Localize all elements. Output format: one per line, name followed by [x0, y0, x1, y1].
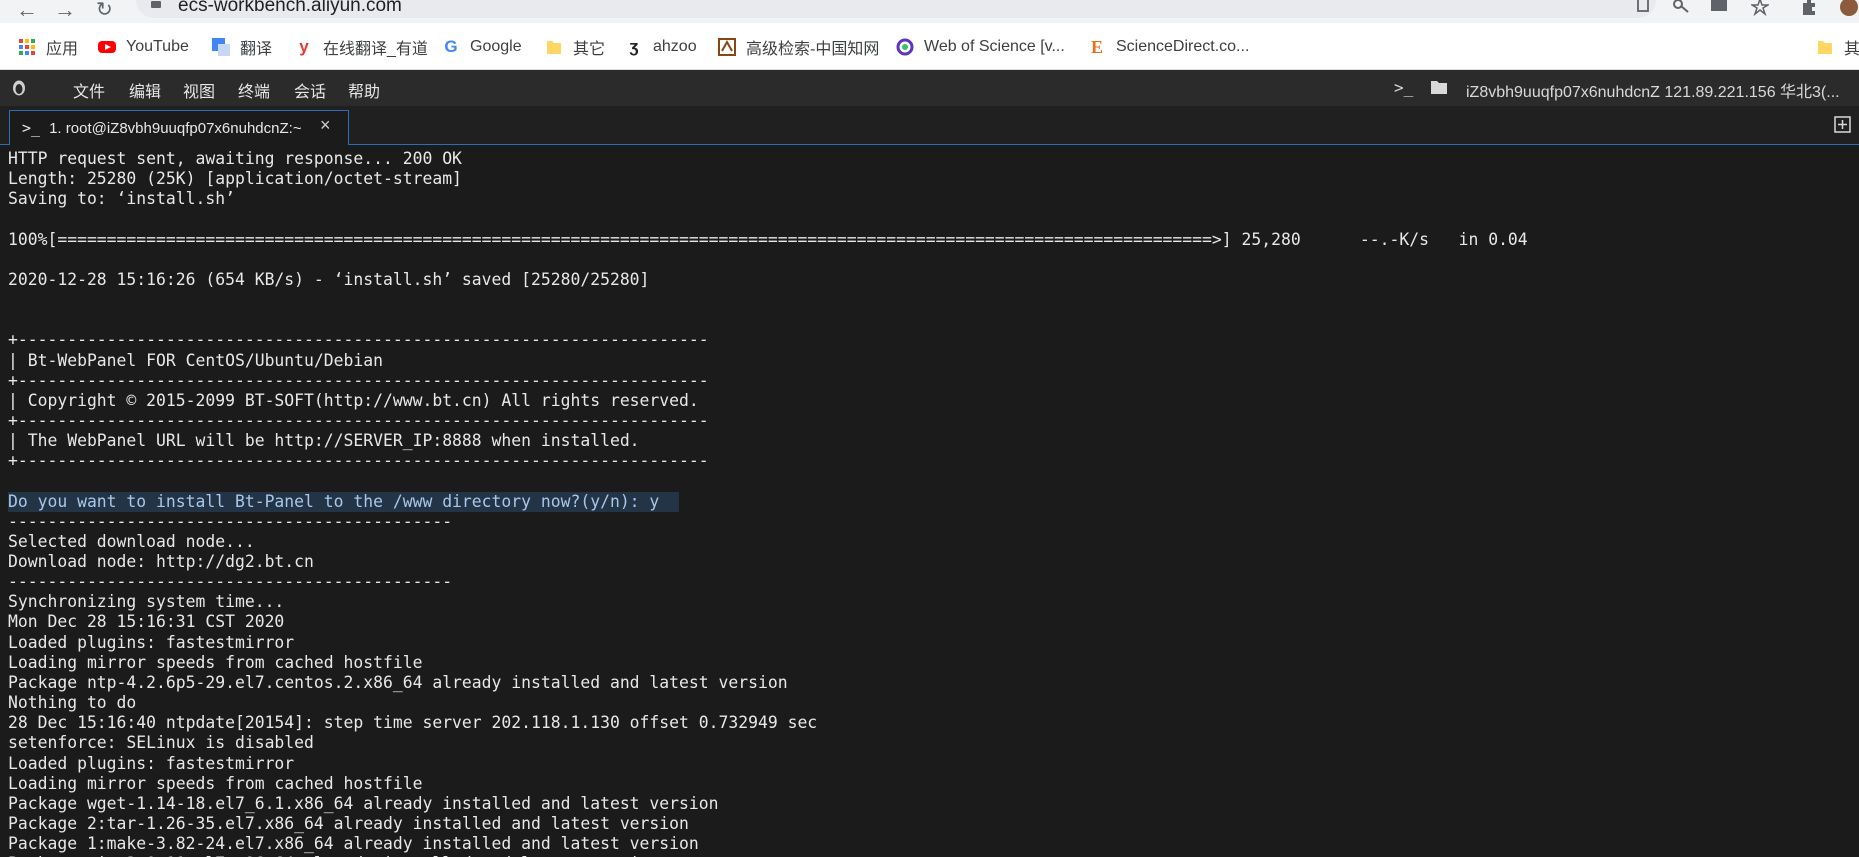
terminal-line: ----------------------------------------…: [8, 572, 453, 592]
terminal-line: Package wget-1.14-18.el7_6.1.x86_64 alre…: [8, 793, 719, 813]
new-tab-icon[interactable]: [1834, 116, 1851, 133]
bookmark-label: ScienceDirect.co...: [1116, 38, 1250, 55]
menu-edit[interactable]: 编辑: [129, 78, 161, 102]
youtube-icon: [98, 41, 116, 53]
reload-icon[interactable]: ↻: [96, 0, 113, 22]
terminal-line: Loading mirror speeds from cached hostfi…: [8, 652, 423, 672]
bookmark-google[interactable]: G Google: [442, 36, 522, 58]
bookmark-youtube[interactable]: YouTube: [98, 36, 189, 58]
terminal-line: 28 Dec 15:16:40 ntpdate[20154]: step tim…: [8, 713, 818, 733]
menu-view[interactable]: 视图: [183, 78, 215, 102]
bookmark-cnki[interactable]: 高级检索-中国知网: [718, 36, 879, 58]
cnki-icon: [718, 38, 736, 56]
terminal-line: Loaded plugins: fastestmirror: [8, 632, 295, 652]
terminal-line: +---------------------------------------…: [8, 370, 709, 390]
terminal-line: +---------------------------------------…: [8, 410, 709, 430]
star-icon[interactable]: [1751, 0, 1769, 16]
terminal-line: setenforce: SELinux is disabled: [8, 733, 314, 753]
bookmark-apps[interactable]: 应用: [18, 36, 78, 58]
terminal-tab-bar: >_ 1. root@iZ8vbh9uuqfp07x6nuhdcnZ:~ ×: [0, 106, 1859, 145]
bookmark-label: 翻译: [240, 41, 273, 58]
tab-label: 1. root@iZ8vbh9uuqfp07x6nuhdcnZ:~: [49, 120, 302, 137]
terminal-line: Package ntp-4.2.6p5-29.el7.centos.2.x86_…: [8, 672, 788, 692]
terminal-line: Selected download node...: [8, 531, 255, 551]
bookmark-youdao[interactable]: y 在线翻译_有道: [295, 36, 428, 59]
terminal-line: +---------------------------------------…: [8, 451, 709, 471]
terminal-line: +---------------------------------------…: [8, 330, 709, 350]
key-icon[interactable]: [1672, 0, 1690, 16]
translate-page-icon[interactable]: [1710, 0, 1728, 16]
terminal-line: Package 1:make-3.82-24.el7.x86_64 alread…: [8, 834, 699, 854]
bookmark-folder-other[interactable]: 其它: [545, 36, 605, 58]
terminal-line: Mon Dec 28 15:16:31 CST 2020: [8, 612, 285, 632]
folder-icon: [1818, 41, 1832, 54]
page-icon[interactable]: [1634, 0, 1652, 16]
bookmark-folder-overflow[interactable]: 其: [1816, 36, 1859, 58]
terminal-line: HTTP request sent, awaiting response... …: [8, 149, 462, 168]
terminal-line: ----------------------------------------…: [8, 511, 453, 531]
bookmark-label: 应用: [46, 41, 79, 58]
terminal-output[interactable]: HTTP request sent, awaiting response... …: [0, 146, 1859, 857]
terminal-line: | Copyright © 2015-2099 BT-SOFT(http://w…: [8, 390, 699, 410]
extensions-icon[interactable]: [1800, 0, 1818, 16]
bookmark-label: 在线翻译_有道: [323, 41, 428, 58]
terminal-line: Saving to: ‘install.sh’: [8, 189, 235, 209]
apps-grid-icon: [19, 39, 35, 55]
youdao-icon: y: [299, 37, 309, 56]
folder-icon[interactable]: [1430, 79, 1448, 95]
bookmarks-bar: 应用 YouTube 翻译 y 在线翻译_有道 G Google 其它 ʒ ah…: [0, 23, 1859, 70]
terminal-line: Synchronizing system time...: [8, 592, 285, 612]
close-icon[interactable]: ×: [320, 115, 331, 136]
bookmark-sciencedirect[interactable]: E ScienceDirect.co...: [1088, 36, 1249, 58]
terminal-prompt-icon: >_: [22, 119, 50, 137]
menu-terminal[interactable]: 终端: [238, 78, 270, 102]
bookmark-label: 高级检索-中国知网: [746, 41, 880, 58]
bookmark-ahzoo[interactable]: ʒ ahzoo: [625, 36, 697, 58]
terminal-line: | The WebPanel URL will be http://SERVER…: [8, 431, 640, 451]
bookmark-label: Web of Science [v...: [924, 38, 1065, 55]
menu-session[interactable]: 会话: [294, 78, 326, 102]
terminal-line: Loading mirror speeds from cached hostfi…: [8, 773, 423, 793]
sciencedirect-icon: E: [1090, 37, 1103, 57]
bookmark-label: YouTube: [126, 38, 189, 55]
terminal-line: Package 2:tar-1.26-35.el7.x86_64 already…: [8, 813, 689, 833]
terminal-line-highlighted: Do you want to install Bt-Panel to the /…: [8, 491, 680, 512]
terminal-line: Length: 25280 (25K) [application/octet-s…: [8, 169, 462, 189]
browser-address-bar: ← → ↻ ecs-workbench.aliyun.com: [0, 0, 1859, 23]
forward-arrow-icon[interactable]: →: [54, 0, 76, 23]
terminal-line: Download node: http://dg2.bt.cn: [8, 552, 314, 571]
terminal-line: Nothing to do: [8, 693, 137, 713]
tab-session-1[interactable]: >_ 1. root@iZ8vbh9uuqfp07x6nuhdcnZ:~ ×: [9, 110, 349, 145]
terminal-line: 100%[===================================…: [8, 229, 1528, 249]
terminal-line: 2020-12-28 15:16:26 (654 KB/s) - ‘instal…: [8, 269, 650, 289]
bookmark-label: 其: [1844, 41, 1859, 58]
google-icon: G: [444, 37, 458, 56]
host-info: iZ8vbh9uuqfp07x6nuhdcnZ 121.89.221.156 华…: [1466, 84, 1840, 101]
app-menu-bar: 文件 编辑 视图 终端 会话 帮助 >_ iZ8vbh9uuqfp07x6nuh…: [0, 70, 1859, 106]
linux-penguin-icon: [13, 80, 25, 96]
terminal-line: Loaded plugins: fastestmirror: [8, 753, 295, 773]
bookmark-translate[interactable]: 翻译: [212, 36, 272, 58]
terminal-line: | Bt-WebPanel FOR CentOS/Ubuntu/Debian: [8, 350, 383, 370]
terminal-prompt-icon[interactable]: >_: [1394, 78, 1413, 97]
menu-file[interactable]: 文件: [73, 78, 105, 102]
profile-avatar[interactable]: [1838, 0, 1859, 19]
back-arrow-icon[interactable]: ←: [16, 0, 38, 23]
bookmark-label: 其它: [573, 41, 606, 58]
bookmark-label: ahzoo: [653, 38, 697, 55]
wos-icon: [896, 38, 914, 56]
bookmark-label: Google: [470, 38, 522, 55]
bookmark-web-of-science[interactable]: Web of Science [v...: [896, 36, 1065, 58]
folder-icon: [547, 41, 561, 54]
url-text[interactable]: ecs-workbench.aliyun.com: [178, 0, 402, 17]
translate-icon: [212, 38, 230, 56]
ahzoo-icon: ʒ: [629, 37, 639, 56]
menu-help[interactable]: 帮助: [348, 78, 380, 102]
lock-icon: [151, 1, 161, 8]
